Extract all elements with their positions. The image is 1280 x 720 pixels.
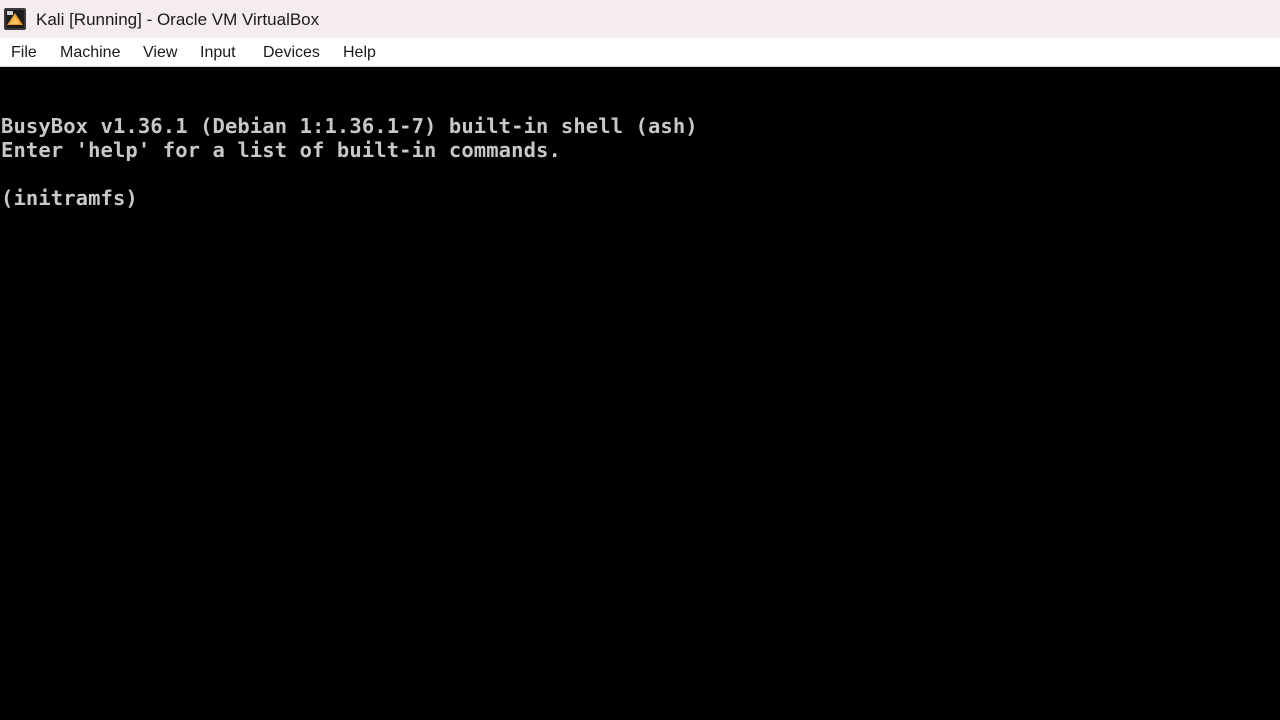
menu-help[interactable]: Help — [342, 43, 377, 63]
menu-bar: File Machine View Input Devices Help — [0, 38, 1280, 67]
window-title: Kali [Running] - Oracle VM VirtualBox — [36, 10, 320, 29]
title-bar[interactable]: Kali [Running] - Oracle VM VirtualBox — [0, 0, 1280, 38]
virtualbox-window: Kali [Running] - Oracle VM VirtualBox Fi… — [0, 0, 1280, 720]
menu-file[interactable]: File — [10, 43, 38, 63]
virtualbox-icon[interactable] — [3, 7, 27, 31]
console-line-busybox-banner: BusyBox v1.36.1 (Debian 1:1.36.1-7) buil… — [1, 114, 698, 138]
menu-machine[interactable]: Machine — [59, 43, 121, 63]
menu-devices[interactable]: Devices — [262, 43, 321, 63]
menu-input[interactable]: Input — [199, 43, 237, 63]
console-line-help-hint: Enter 'help' for a list of built-in comm… — [1, 138, 561, 162]
console-prompt: (initramfs) — [1, 186, 138, 210]
vm-console-screen[interactable]: BusyBox v1.36.1 (Debian 1:1.36.1-7) buil… — [0, 67, 1280, 720]
menu-view[interactable]: View — [142, 43, 178, 63]
